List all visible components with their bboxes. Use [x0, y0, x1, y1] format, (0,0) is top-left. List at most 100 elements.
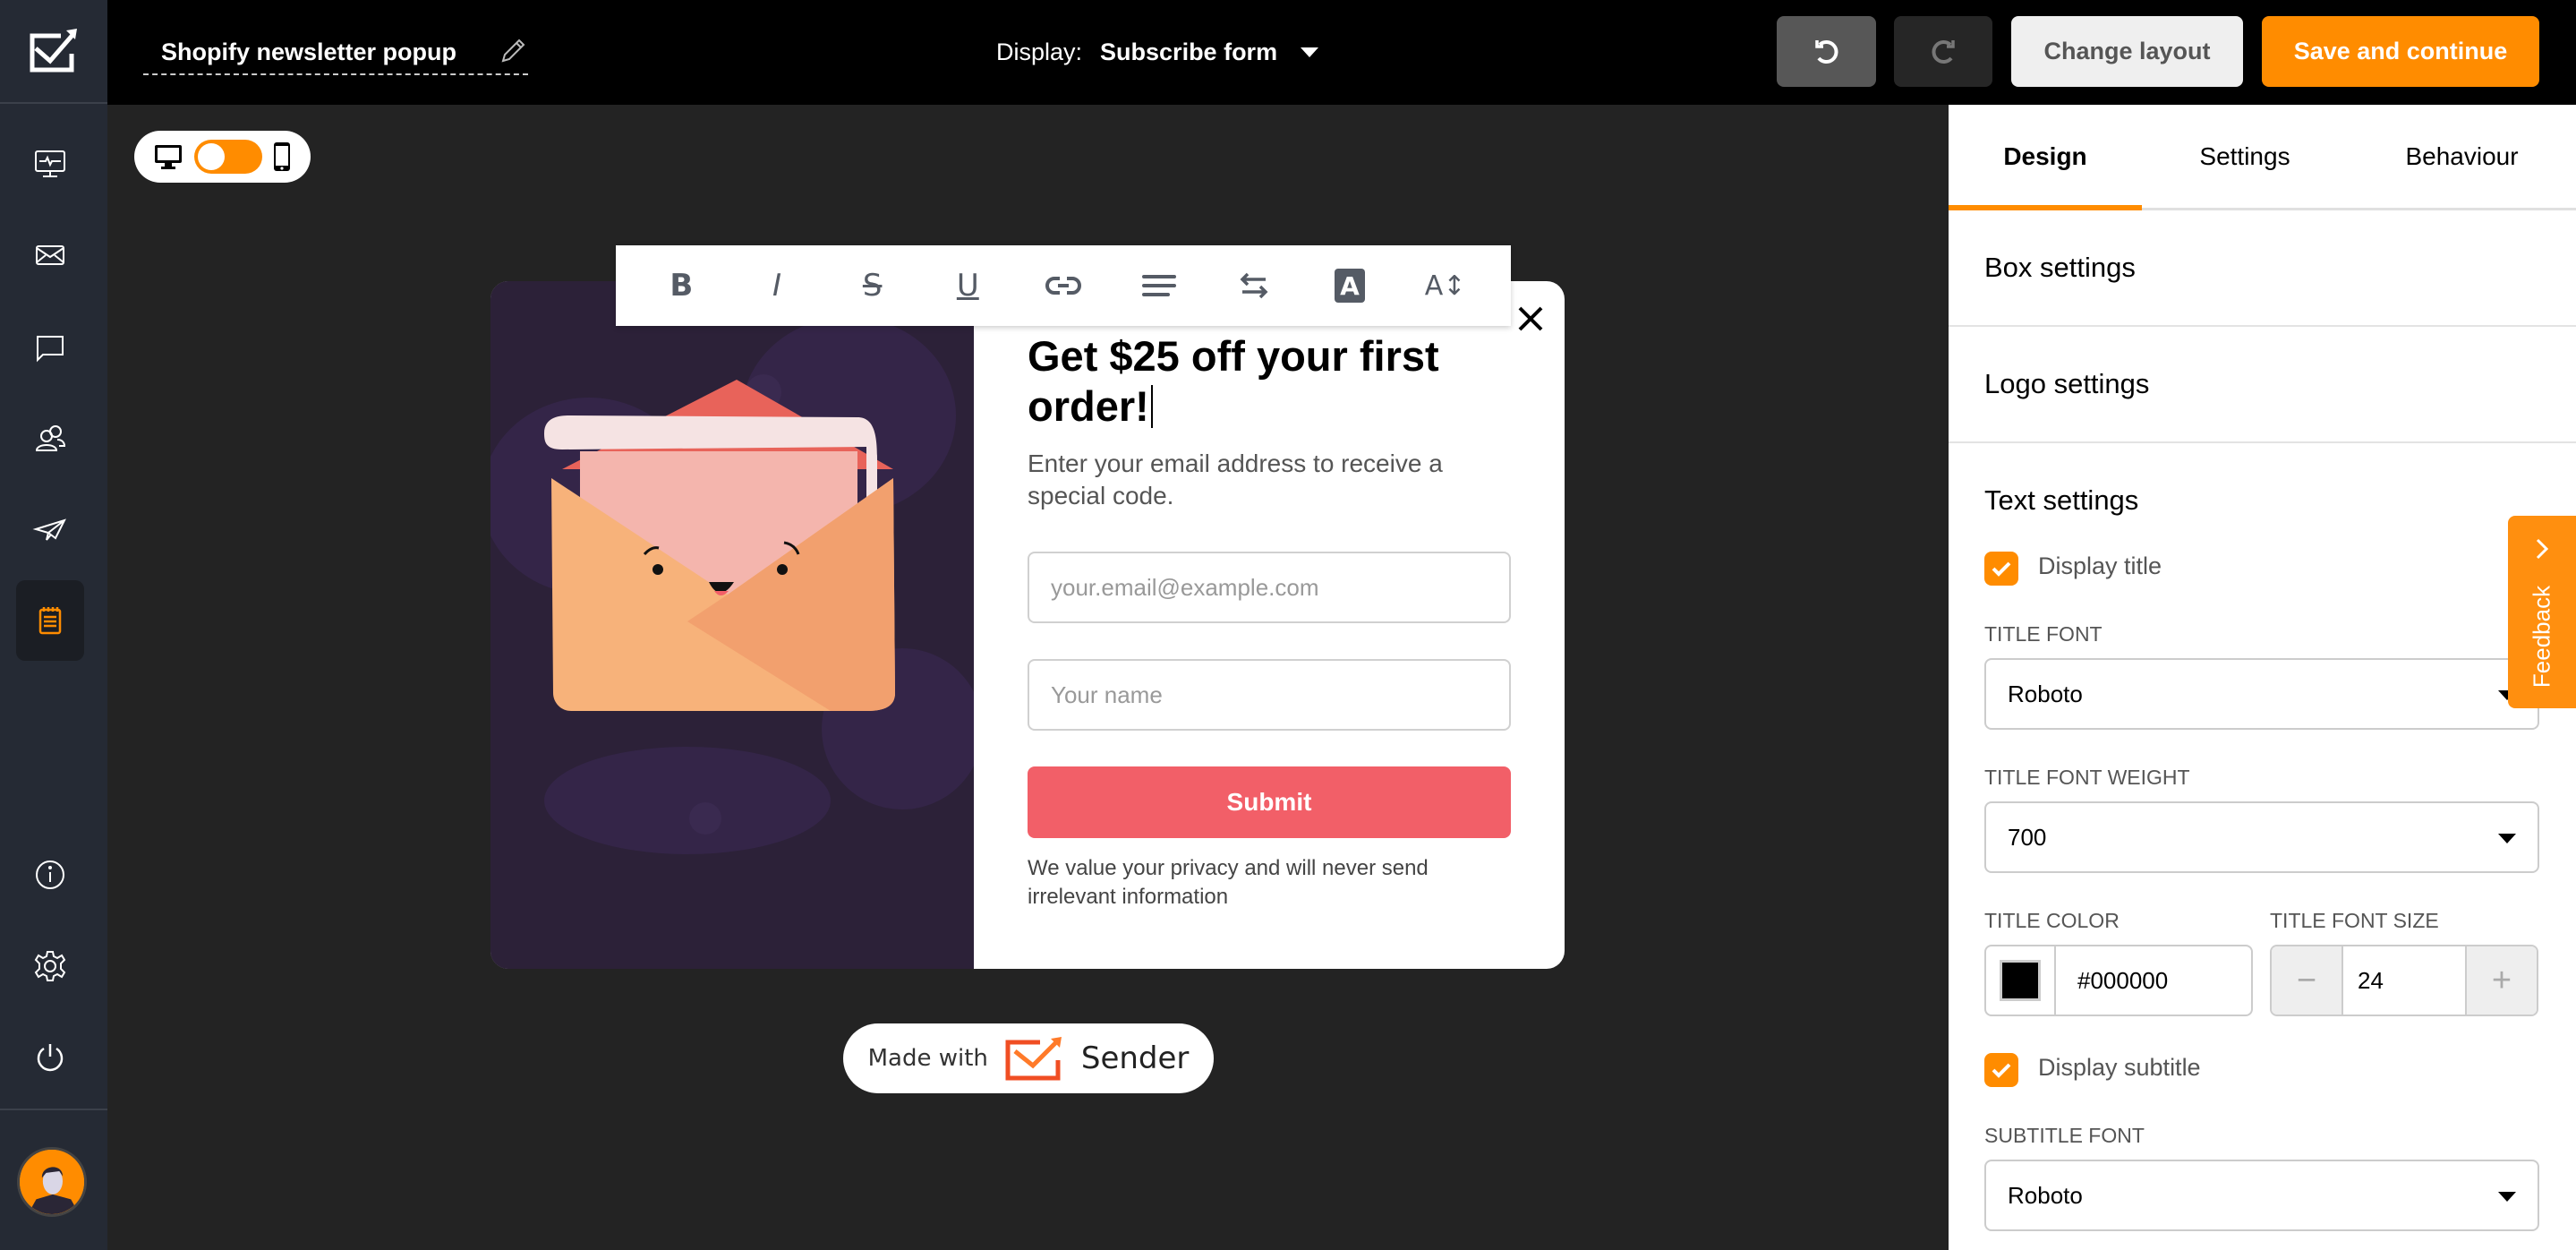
color-swatch — [2000, 960, 2041, 1001]
desktop-icon[interactable] — [154, 143, 183, 170]
switch-knob — [197, 143, 225, 170]
title-color-label: TITLE COLOR — [1984, 909, 2120, 932]
direction-icon — [1240, 272, 1268, 299]
subtitle-font-select[interactable]: Roboto — [1984, 1160, 2539, 1231]
document-title-field[interactable]: Shopify newsletter popup — [143, 34, 528, 75]
bold-button[interactable]: B — [656, 261, 706, 311]
logo-settings-section[interactable]: Logo settings — [1949, 327, 2576, 443]
monitor-pulse-icon — [35, 150, 65, 177]
top-bar: Shopify newsletter popup Display: Subscr… — [107, 0, 2576, 105]
submit-button[interactable]: Submit — [1028, 766, 1511, 838]
undo-button[interactable] — [1777, 16, 1876, 87]
text-color-button[interactable]: A — [1325, 261, 1375, 311]
title-font-size-label: TITLE FONT SIZE — [2270, 909, 2439, 932]
pencil-icon[interactable] — [498, 36, 528, 66]
popup-title[interactable]: Get $25 off your first order! — [1028, 331, 1493, 432]
display-subtitle-checkbox[interactable] — [1984, 1053, 2018, 1087]
title-font-weight-label: TITLE FONT WEIGHT — [1984, 766, 2190, 789]
users-icon — [35, 425, 66, 451]
text-color-icon: A — [1334, 269, 1365, 303]
tab-design[interactable]: Design — [1949, 105, 2142, 210]
text-direction-button[interactable] — [1229, 261, 1279, 311]
device-toggle[interactable] — [134, 131, 311, 183]
close-icon[interactable] — [1514, 303, 1547, 335]
feedback-label: Feedback — [2528, 585, 2555, 689]
increase-button[interactable]: + — [2467, 946, 2537, 1015]
chevron-down-icon — [2498, 1192, 2516, 1202]
envelope-icon — [36, 245, 64, 265]
display-label: Display: — [996, 39, 1083, 65]
plus-icon: + — [2491, 961, 2512, 999]
made-with-label: Made with — [867, 1045, 988, 1072]
sidebar-item-subscribers[interactable] — [16, 398, 84, 478]
title-font-size-value[interactable]: 24 — [2341, 946, 2467, 1015]
sidebar-item-logout[interactable] — [16, 1017, 84, 1098]
title-font-weight-select[interactable]: 700 — [1984, 801, 2539, 873]
title-font-label: TITLE FONT — [1984, 622, 2103, 646]
mobile-icon[interactable] — [273, 141, 291, 172]
title-font-size-stepper: − 24 + — [2270, 945, 2538, 1016]
sidebar-item-automation[interactable] — [16, 489, 84, 569]
minus-icon: − — [2296, 961, 2317, 999]
sidebar-item-settings[interactable] — [16, 926, 84, 1006]
name-input[interactable]: Your name — [1028, 659, 1511, 731]
tab-behaviour[interactable]: Behaviour — [2348, 105, 2576, 208]
editor-canvas: Get $25 off your first order! Enter your… — [107, 105, 1949, 1250]
chevron-right-icon — [2536, 538, 2549, 560]
chat-bubble-icon — [37, 336, 64, 363]
title-color-hex[interactable]: #000000 — [2056, 946, 2168, 1015]
sidebar-divider — [0, 1109, 107, 1110]
text-settings-heading[interactable]: Text settings — [1984, 484, 2138, 517]
sender-logo-icon — [30, 29, 77, 73]
display-selector[interactable]: Display: Subscribe form — [996, 34, 1319, 70]
box-settings-section[interactable]: Box settings — [1949, 210, 2576, 327]
underline-button[interactable]: U — [943, 261, 993, 311]
power-icon — [37, 1044, 64, 1072]
chevron-down-icon — [1301, 47, 1319, 57]
newsletter-popup: Get $25 off your first order! Enter your… — [490, 281, 1565, 969]
change-layout-button[interactable]: Change layout — [2011, 16, 2243, 87]
align-button[interactable] — [1134, 261, 1184, 311]
sender-brand-icon — [1005, 1037, 1062, 1081]
decrease-button[interactable]: − — [2272, 946, 2341, 1015]
feedback-tab[interactable]: Feedback — [2508, 516, 2576, 708]
sidebar-item-campaigns[interactable] — [16, 215, 84, 295]
strikethrough-button[interactable]: S — [848, 261, 898, 311]
device-switch[interactable] — [193, 140, 262, 174]
display-value: Subscribe form — [1100, 39, 1278, 65]
email-input[interactable]: your.email@example.com — [1028, 552, 1511, 623]
italic-button[interactable]: I — [752, 261, 802, 311]
display-subtitle-label: Display subtitle — [2038, 1054, 2201, 1081]
save-and-continue-button[interactable]: Save and continue — [2262, 16, 2539, 87]
document-title: Shopify newsletter popup — [161, 39, 457, 65]
sidebar-item-help[interactable] — [16, 835, 84, 915]
color-swatch-button[interactable] — [1986, 946, 2056, 1015]
undo-icon — [1814, 39, 1838, 64]
link-button[interactable] — [1038, 261, 1088, 311]
sidebar-item-forms[interactable] — [16, 580, 84, 661]
panel-tabs: Design Settings Behaviour — [1949, 105, 2576, 210]
sender-logo[interactable] — [0, 0, 107, 104]
underline-icon: U — [956, 268, 979, 304]
display-title-checkbox[interactable] — [1984, 552, 2018, 586]
redo-icon — [1932, 39, 1955, 64]
line-height-button[interactable]: A↕ — [1420, 261, 1471, 311]
sidebar-item-sms[interactable] — [16, 307, 84, 388]
tab-settings[interactable]: Settings — [2142, 105, 2348, 208]
redo-button[interactable] — [1894, 16, 1992, 87]
popup-title-text: Get $25 off your first order! — [1028, 332, 1439, 430]
sidebar — [0, 0, 107, 1250]
title-font-weight-value: 700 — [2008, 823, 2047, 851]
subtitle-font-label: SUBTITLE FONT — [1984, 1124, 2145, 1147]
privacy-text[interactable]: We value your privacy and will never sen… — [1028, 854, 1493, 912]
paper-plane-icon — [32, 518, 66, 541]
display-title-label: Display title — [2038, 552, 2162, 579]
title-font-select[interactable]: Roboto — [1984, 658, 2539, 730]
title-color-picker[interactable]: #000000 — [1984, 945, 2253, 1016]
sender-brand-name: Sender — [1080, 1040, 1190, 1076]
made-with-sender-badge[interactable]: Made with Sender — [843, 1023, 1214, 1093]
bold-icon: B — [670, 268, 694, 304]
popup-subtitle[interactable]: Enter your email address to receive a sp… — [1028, 448, 1493, 512]
user-avatar[interactable] — [17, 1147, 87, 1217]
sidebar-item-dashboard[interactable] — [16, 124, 84, 204]
